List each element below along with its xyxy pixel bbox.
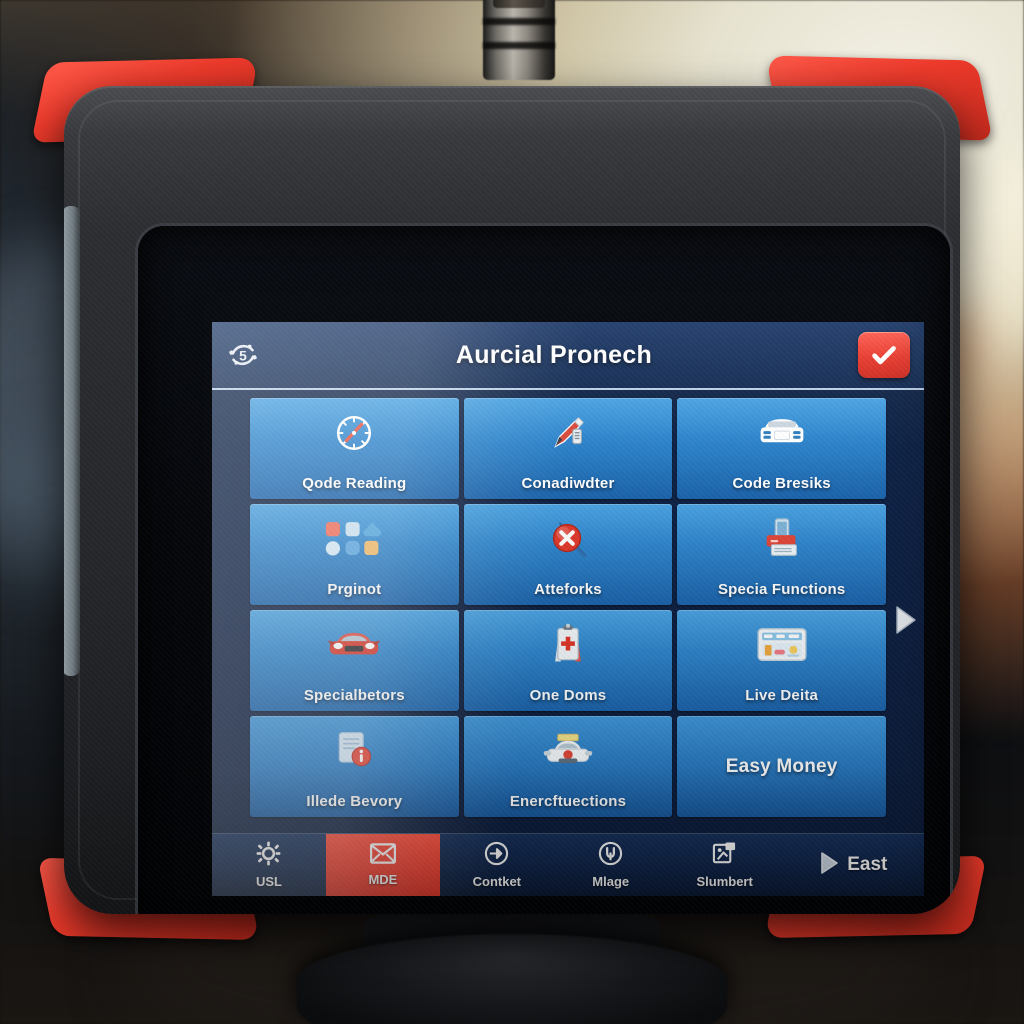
tile-live-deita[interactable]: Live Deita [677, 610, 886, 711]
white-car-icon [540, 724, 596, 778]
page-title: Aurcial Pronech [455, 340, 653, 369]
svg-text:5: 5 [239, 347, 247, 363]
diagnostic-scanner-device: 5 Aurcial Pronech Qode Reading Conadiwdt… [31, 52, 993, 952]
confirm-check-button[interactable] [858, 332, 910, 378]
tile-atteforks[interactable]: Atteforks [463, 504, 673, 605]
tile-label: Specia Functions [717, 581, 846, 598]
gear-icon [256, 841, 281, 871]
tile-label: Code Bresiks [732, 475, 831, 492]
tile-easy-money[interactable]: Easy Money [677, 716, 886, 817]
medical-clipboard-icon [546, 618, 590, 672]
bottom-item-label: Slumbert [696, 874, 753, 889]
tile-illede-bevory[interactable]: Illede Bevory [250, 716, 459, 817]
pin-circle-icon [598, 841, 623, 871]
tile-specialbetors[interactable]: Specialbetors [250, 610, 459, 711]
bottom-item-east[interactable]: East [782, 834, 924, 896]
bottom-item-label: Contket [472, 874, 521, 889]
tile-label: Illede Bevory [306, 793, 403, 810]
gauge-icon [331, 406, 377, 460]
device-left-edge-highlight [64, 206, 80, 676]
bottom-navigation-bar: USL MDE Contket Mlage Slumbert East [212, 833, 924, 896]
tile-enercftuections[interactable]: Enercftuections [463, 716, 673, 817]
bottom-item-label: MDE [368, 872, 398, 887]
tile-label: Easy Money [725, 755, 838, 777]
tile-code-bresiks[interactable]: Code Bresiks [677, 398, 886, 499]
app-screen: 5 Aurcial Pronech Qode Reading Conadiwdt… [212, 322, 924, 896]
cable-rib [483, 42, 555, 49]
bottom-item-mlage[interactable]: Mlage [554, 834, 668, 896]
bottom-item-label: Mlage [592, 874, 630, 889]
bottom-item-label: USL [255, 874, 282, 889]
bottom-item-label: East [847, 854, 888, 875]
tile-label: Conadiwdter [521, 475, 615, 492]
pen-device-icon [545, 406, 591, 460]
dashboard-window-icon [756, 618, 808, 672]
bottom-item-usl[interactable]: USL [212, 834, 326, 896]
tile-one-doms[interactable]: One Doms [463, 610, 673, 711]
function-grid: Qode Reading Conadiwdter Code Bresiks Pr… [212, 390, 924, 817]
color-swatches-icon [324, 512, 384, 566]
tile-qode-reading[interactable]: Qode Reading [250, 398, 459, 499]
bottom-item-contket[interactable]: Contket [440, 834, 554, 896]
tile-label: One Doms [529, 687, 607, 704]
tile-label: Enercftuections [509, 793, 627, 810]
red-x-magnifier-icon [545, 512, 591, 566]
cable-cap [493, 0, 545, 8]
bottom-item-mde[interactable]: MDE [325, 834, 440, 896]
tile-conadiwdter[interactable]: Conadiwdter [463, 398, 673, 499]
tile-label: Live Deita [745, 687, 819, 704]
red-car-icon [326, 618, 382, 672]
tile-label: Atteforks [534, 581, 602, 598]
document-info-icon [332, 724, 376, 778]
app-header: 5 Aurcial Pronech [212, 322, 924, 390]
arrow-circle-icon [484, 841, 509, 871]
photo-scene: 5 Aurcial Pronech Qode Reading Conadiwdt… [0, 0, 1024, 1024]
cable-rib [483, 18, 555, 25]
tile-label: Qode Reading [302, 475, 407, 492]
tile-label: Specialbetors [303, 687, 405, 704]
next-page-arrow-icon[interactable] [892, 604, 918, 636]
tile-specia-functions[interactable]: Specia Functions [677, 504, 886, 605]
tile-prginot[interactable]: Prginot [250, 504, 459, 605]
device-body: 5 Aurcial Pronech Qode Reading Conadiwdt… [64, 86, 960, 914]
screen-glass: 5 Aurcial Pronech Qode Reading Conadiwdt… [138, 226, 950, 914]
play-arrow-icon [818, 850, 840, 881]
envelope-icon [369, 843, 396, 869]
export-icon [712, 841, 737, 871]
car-front-icon [756, 406, 808, 460]
bottom-item-slumbert[interactable]: Slumbert [668, 834, 782, 896]
tile-label: Prginot [327, 581, 382, 598]
phone-printer-icon [759, 512, 805, 566]
